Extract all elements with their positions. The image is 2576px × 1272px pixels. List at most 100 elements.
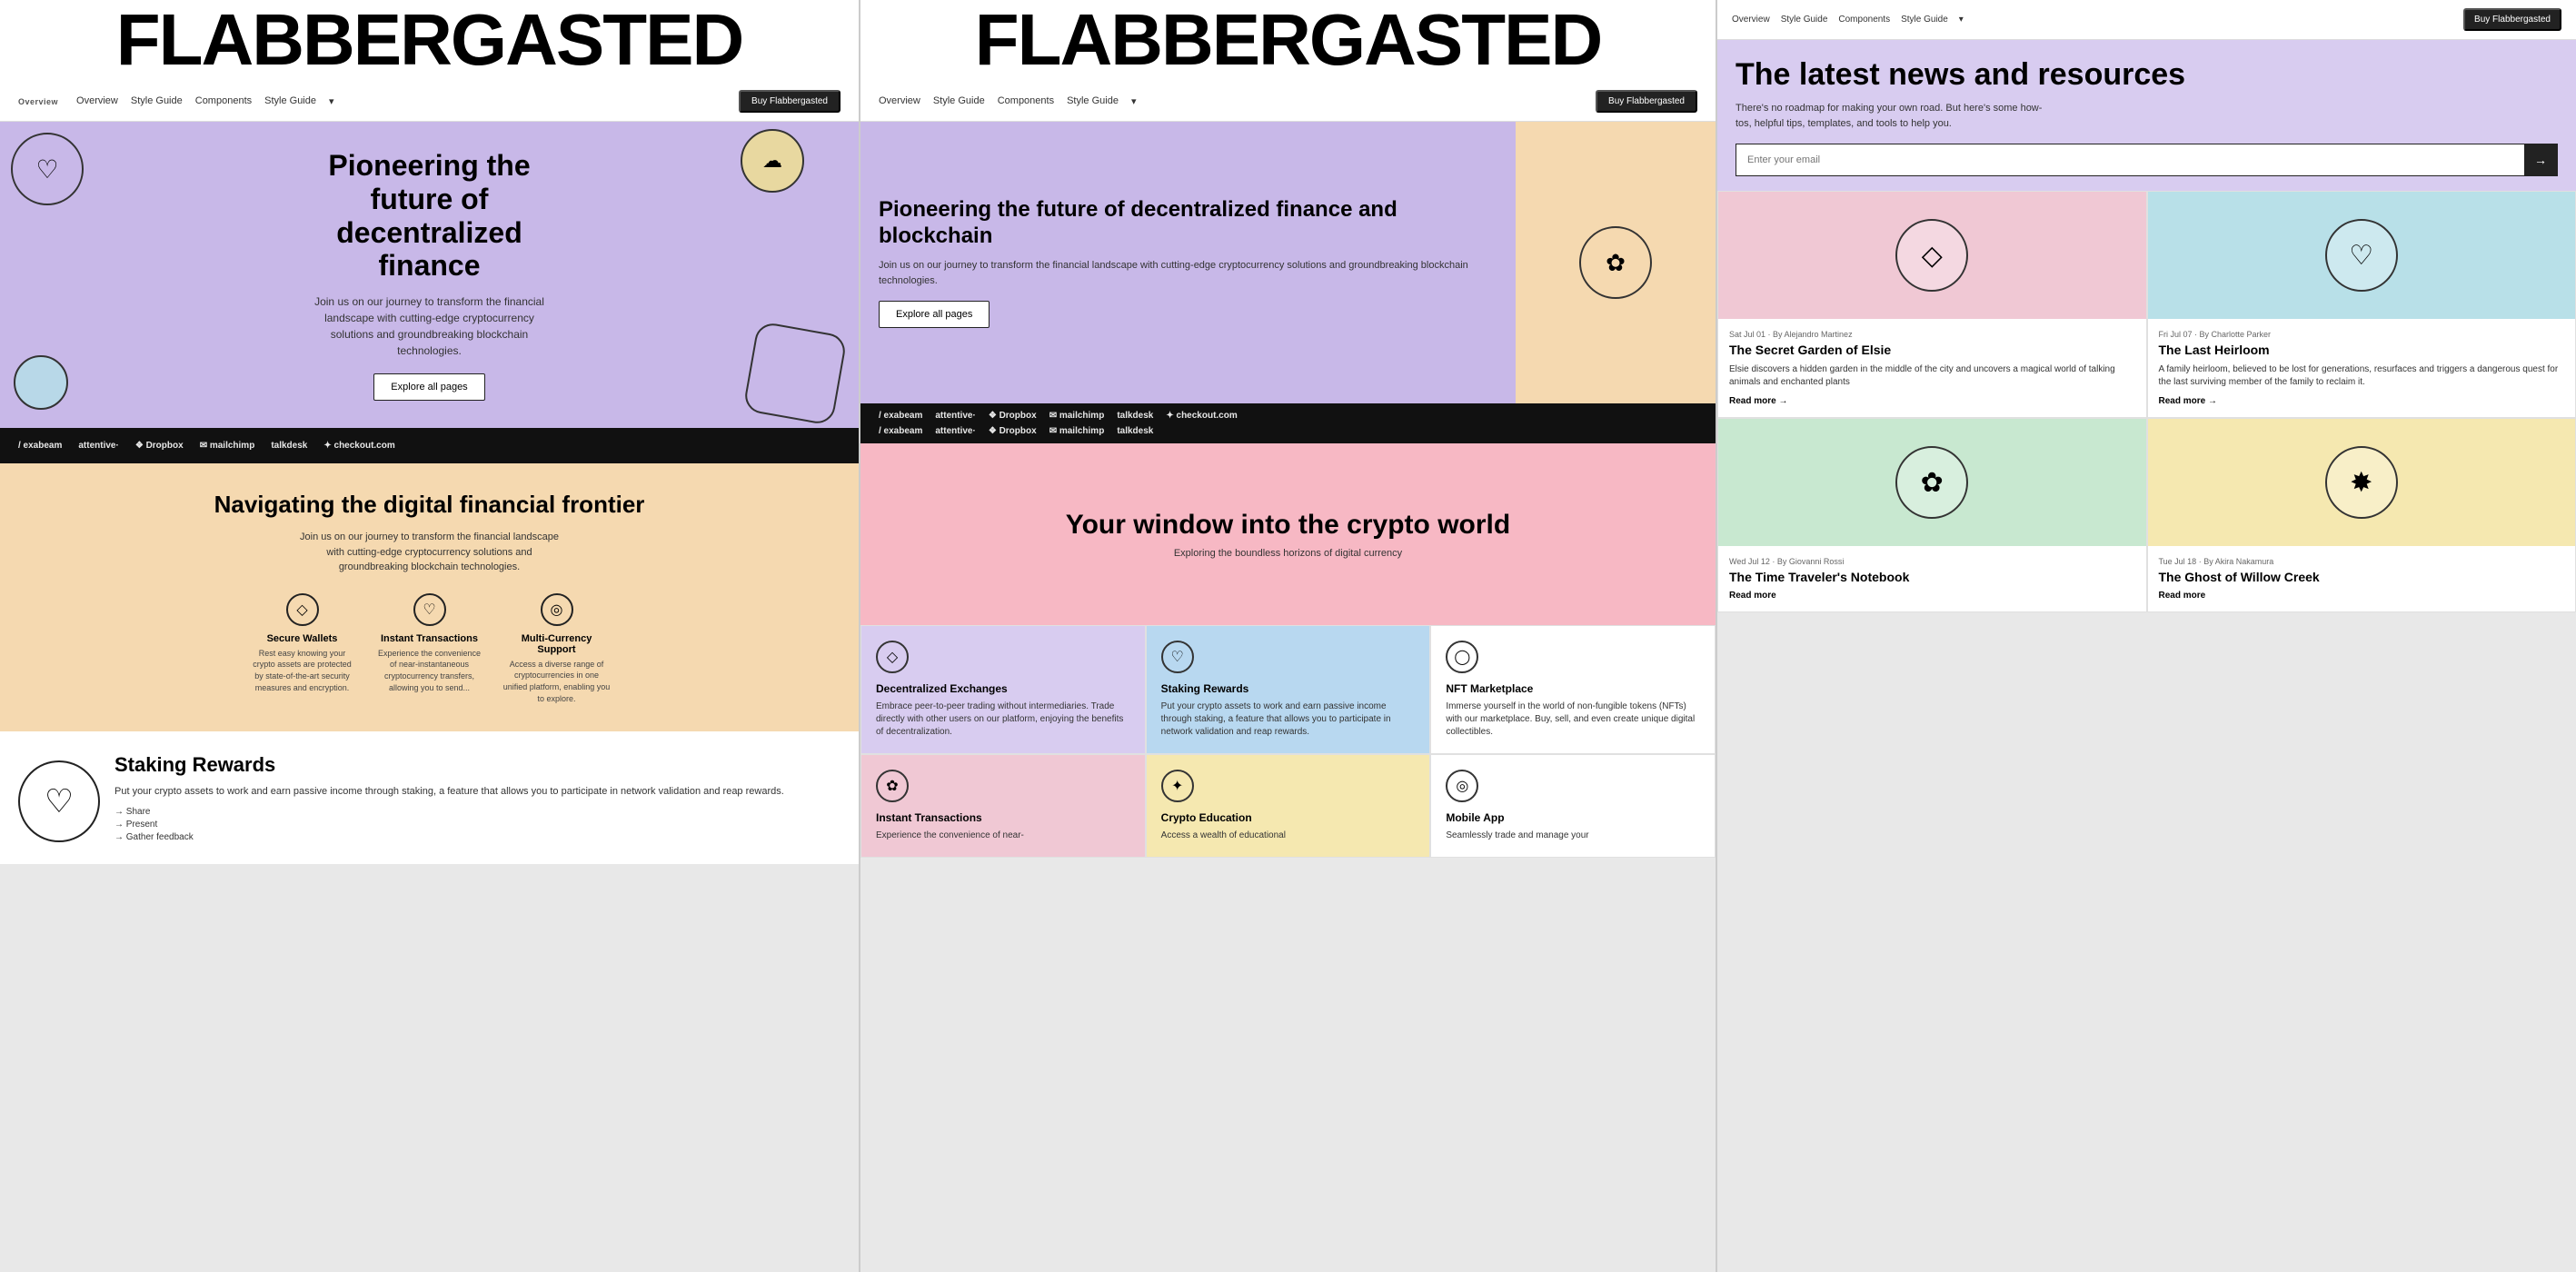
- col2-window-section: Your window into the crypto world Explor…: [860, 443, 1716, 625]
- staking-heart-icon2: ♡: [1170, 648, 1183, 666]
- col1-nav-cta[interactable]: Buy Flabbergasted: [739, 90, 840, 113]
- logo-attentive: attentive·: [78, 441, 118, 451]
- news-card-traveler-readmore[interactable]: Read more: [1729, 591, 2135, 601]
- col2-hero-left: Pioneering the future of decentralized f…: [860, 122, 1516, 403]
- col2-nav: Overview Style Guide Components Style Gu…: [860, 82, 1716, 122]
- news-card-ghost-readmore[interactable]: Read more: [2159, 591, 2565, 601]
- col2-nav-link-styleguide2[interactable]: Style Guide: [1067, 95, 1119, 107]
- col2-hero-title: Pioneering the future of decentralized f…: [879, 197, 1497, 250]
- col2-hero-split: Pioneering the future of decentralized f…: [860, 122, 1716, 403]
- diamond-icon-pink: ◇: [1922, 240, 1943, 272]
- col2-logos-row1: / exabeam attentive· ❖ Dropbox ✉ mailchi…: [879, 411, 1697, 421]
- news-card-ghost: ✸ Tue Jul 18 · By Akira Nakamura The Gho…: [2147, 418, 2576, 612]
- news-card-heirloom-img-icon: ♡: [2325, 219, 2398, 292]
- feature-transactions: ♡ Instant Transactions Experience the co…: [375, 593, 484, 704]
- nft-circle-icon: ◯: [1454, 648, 1470, 666]
- news-card-traveler-img-icon: ✿: [1895, 446, 1968, 519]
- col3-nav-link-styleguide[interactable]: Style Guide: [1781, 15, 1828, 25]
- dex-diamond-icon: ◇: [887, 648, 898, 666]
- col1-staking: ♡ Staking Rewards Put your crypto assets…: [0, 731, 859, 864]
- nav-link-components[interactable]: Components: [195, 95, 252, 107]
- col2-logos-double: / exabeam attentive· ❖ Dropbox ✉ mailchi…: [860, 403, 1716, 443]
- instant-flower-icon: ✿: [886, 777, 898, 795]
- col2-logo-dropbox1: ❖ Dropbox: [989, 411, 1037, 421]
- col1-nav-brand: Overview: [18, 97, 58, 106]
- feature-transactions-desc: Experience the convenience of near-insta…: [375, 648, 484, 693]
- col2-window-subtitle: Exploring the boundless horizons of digi…: [1174, 548, 1402, 559]
- card-dex-desc: Embrace peer-to-peer trading without int…: [876, 701, 1130, 739]
- news-card-heirloom-readmore[interactable]: Read more →: [2159, 396, 2565, 406]
- feature-transactions-title: Instant Transactions: [375, 633, 484, 644]
- col1-section-nav: Navigating the digital financial frontie…: [0, 463, 859, 731]
- staking-title: Staking Rewards: [114, 753, 784, 777]
- email-input[interactable]: [1736, 144, 2524, 175]
- card-dex-title: Decentralized Exchanges: [876, 682, 1130, 695]
- news-card-elsie-title: The Secret Garden of Elsie: [1729, 343, 2135, 358]
- news-card-traveler-body: Wed Jul 12 · By Giovanni Rossi The Time …: [1718, 546, 2146, 611]
- card-instant-icon: ✿: [876, 770, 909, 802]
- card-mobile: ◎ Mobile App Seamlessly trade and manage…: [1430, 754, 1716, 858]
- col3-nav-link-styleguide2[interactable]: Style Guide: [1901, 15, 1948, 25]
- col1-nav-title: Navigating the digital financial frontie…: [18, 491, 840, 519]
- staking-link-present[interactable]: Present: [114, 820, 784, 830]
- card-education-icon: ✦: [1161, 770, 1194, 802]
- staking-content: Staking Rewards Put your crypto assets t…: [114, 753, 784, 842]
- nav-link-styleguide2[interactable]: Style Guide: [264, 95, 316, 107]
- col3-email-form: →: [1736, 144, 2558, 176]
- news-card-traveler: ✿ Wed Jul 12 · By Giovanni Rossi The Tim…: [1717, 418, 2147, 612]
- col2-cards-grid: ◇ Decentralized Exchanges Embrace peer-t…: [860, 625, 1716, 858]
- staking-link-feedback[interactable]: Gather feedback: [114, 832, 784, 842]
- card-staking: ♡ Staking Rewards Put your crypto assets…: [1146, 625, 1431, 754]
- col2-logo-exabeam1: / exabeam: [879, 411, 922, 421]
- news-card-elsie-readmore[interactable]: Read more →: [1729, 396, 2135, 406]
- col3-nav-cta[interactable]: Buy Flabbergasted: [2463, 8, 2561, 31]
- col2-hero-subtitle: Join us on our journey to transform the …: [879, 258, 1497, 288]
- col2-deco-circle: ✿: [1579, 226, 1652, 299]
- col2-logo-attentive2: attentive·: [935, 426, 975, 436]
- feature-multicurrency-title: Multi-Currency Support: [502, 633, 612, 655]
- col3-nav-link-components[interactable]: Components: [1838, 15, 1890, 25]
- col1-big-title: FLABBERGASTED: [0, 0, 859, 82]
- col2-logos-row2: / exabeam attentive· ❖ Dropbox ✉ mailchi…: [879, 426, 1697, 436]
- news-card-elsie: ◇ Sat Jul 01 · By Alejandro Martinez The…: [1717, 191, 2147, 418]
- card-mobile-title: Mobile App: [1446, 811, 1700, 824]
- col3-nav-link-overview[interactable]: Overview: [1732, 15, 1770, 25]
- staking-link-share[interactable]: Share: [114, 807, 784, 817]
- col2-nav-link-overview[interactable]: Overview: [879, 95, 920, 107]
- news-card-traveler-meta: Wed Jul 12 · By Giovanni Rossi: [1729, 557, 2135, 566]
- deco-cloud-circle: ☁: [741, 129, 804, 193]
- deco-shape-right: [742, 321, 848, 426]
- nav-dropdown-arrow[interactable]: ▾: [329, 95, 334, 107]
- email-submit-button[interactable]: →: [2524, 144, 2557, 175]
- col1-features-row: ◇ Secure Wallets Rest easy knowing your …: [18, 593, 840, 704]
- logo-exabeam: / exabeam: [18, 441, 62, 451]
- col2-logo-exabeam2: / exabeam: [879, 426, 922, 436]
- nav-link-overview[interactable]: Overview: [76, 95, 118, 107]
- col3-news-grid: ◇ Sat Jul 01 · By Alejandro Martinez The…: [1717, 191, 2576, 612]
- news-card-heirloom-desc: A family heirloom, believed to be lost f…: [2159, 363, 2565, 389]
- col2-hero-cta[interactable]: Explore all pages: [879, 301, 990, 328]
- deco-cloud-icon: ☁: [762, 149, 782, 173]
- staking-heart-icon: ♡: [45, 782, 74, 820]
- feature-wallets-icon: ◇: [286, 593, 319, 626]
- col3-news-header: The latest news and resources There's no…: [1717, 40, 2576, 191]
- mobile-circle-icon: ◎: [1456, 777, 1468, 795]
- heart-icon: ♡: [423, 601, 435, 619]
- news-card-heirloom-img: ♡: [2148, 192, 2576, 319]
- col2-nav-cta[interactable]: Buy Flabbergasted: [1596, 90, 1697, 113]
- col2-nav-link-styleguide[interactable]: Style Guide: [933, 95, 985, 107]
- heart-icon-blue: ♡: [2349, 240, 2373, 272]
- col2-logo-attentive1: attentive·: [935, 411, 975, 421]
- col3-nav-dropdown-arrow[interactable]: ▾: [1959, 15, 1964, 25]
- col1-hero-cta[interactable]: Explore all pages: [373, 373, 484, 401]
- col2-nav-dropdown-arrow[interactable]: ▾: [1131, 95, 1137, 107]
- col1-nav: Overview Overview Style Guide Components…: [0, 82, 859, 122]
- nav-link-styleguide[interactable]: Style Guide: [131, 95, 183, 107]
- col2-nav-link-components[interactable]: Components: [998, 95, 1054, 107]
- news-card-elsie-img: ◇: [1718, 192, 2146, 319]
- card-dex-icon: ◇: [876, 641, 909, 673]
- star-icon-yellow: ✸: [2350, 467, 2372, 499]
- news-card-elsie-desc: Elsie discovers a hidden garden in the m…: [1729, 363, 2135, 389]
- flower-icon-green: ✿: [1921, 467, 1944, 499]
- news-card-heirloom-title: The Last Heirloom: [2159, 343, 2565, 358]
